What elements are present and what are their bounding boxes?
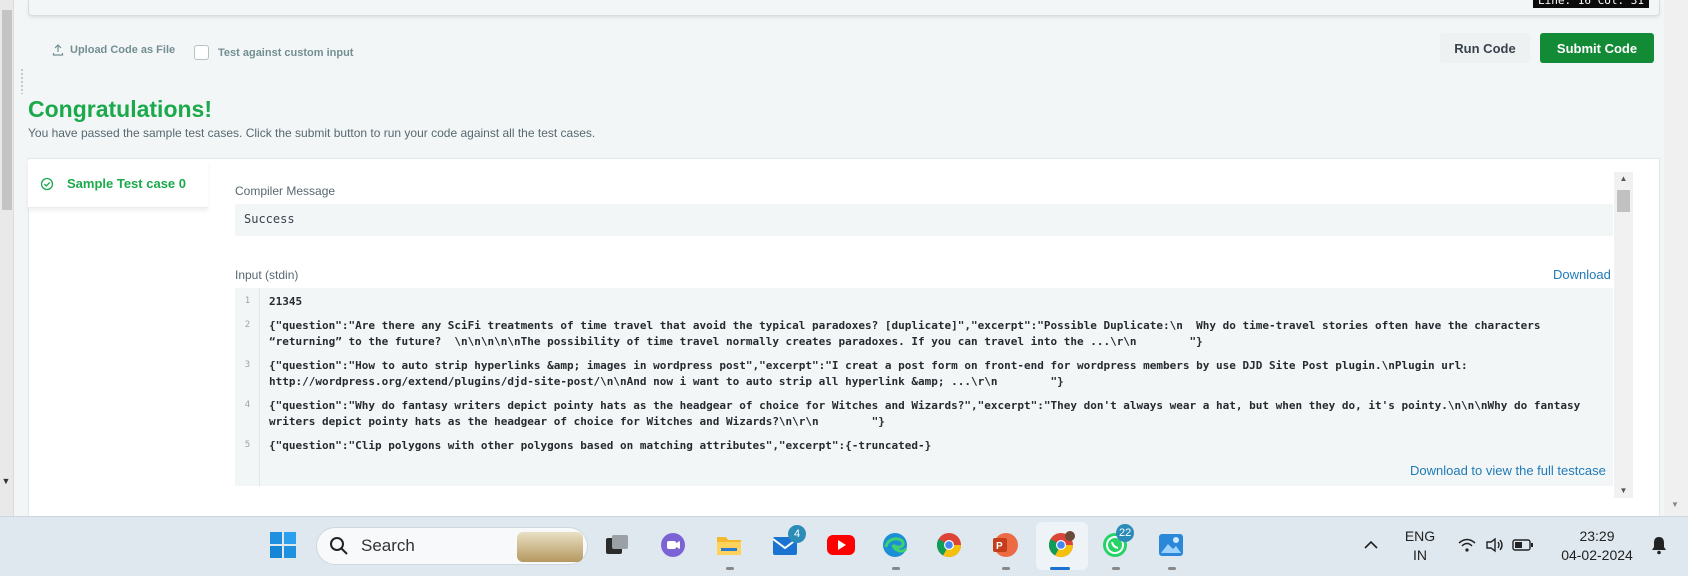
cursor-position-status: Line: 16 Col: 31 bbox=[1533, 0, 1649, 8]
line-text: {"question":"Why do fantasy writers depi… bbox=[269, 399, 1587, 428]
line-text: {"question":"How to auto strip hyperlink… bbox=[269, 359, 1475, 388]
powerpoint-icon[interactable]: P bbox=[990, 530, 1020, 560]
line-text: {"question":"Clip polygons with other po… bbox=[269, 439, 932, 452]
submit-code-button[interactable]: Submit Code bbox=[1540, 33, 1654, 63]
photos-icon[interactable] bbox=[1156, 530, 1186, 560]
line-text: {"question":"Are there any SciFi treatme… bbox=[269, 319, 1548, 348]
wifi-icon[interactable] bbox=[1452, 530, 1482, 560]
custom-input-toggle[interactable]: Test against custom input bbox=[194, 45, 353, 60]
tab-label: Sample Test case 0 bbox=[67, 176, 186, 191]
file-explorer-icon[interactable] bbox=[714, 530, 744, 560]
custom-input-label: Test against custom input bbox=[218, 46, 354, 59]
active-indicator bbox=[892, 567, 900, 570]
page-scroll-down-icon[interactable]: ▼ bbox=[1668, 500, 1682, 510]
edge-icon[interactable] bbox=[880, 530, 910, 560]
scroll-up-icon[interactable]: ▲ bbox=[1614, 174, 1633, 184]
run-code-button[interactable]: Run Code bbox=[1440, 33, 1530, 63]
search-icon bbox=[330, 537, 348, 555]
code-line: 2 {"question":"Are there any SciFi treat… bbox=[235, 318, 1613, 350]
active-indicator bbox=[726, 567, 734, 570]
tab-sample-test-case-0[interactable]: Sample Test case 0 bbox=[28, 160, 208, 208]
result-title: Congratulations! bbox=[28, 96, 212, 122]
svg-text:P: P bbox=[996, 541, 1003, 552]
battery-icon[interactable] bbox=[1508, 530, 1538, 560]
windows-start-icon[interactable] bbox=[268, 530, 298, 560]
code-line: 5 {"question":"Clip polygons with other … bbox=[235, 438, 1613, 454]
left-scroll-down-icon[interactable]: ▼ bbox=[1, 476, 11, 486]
left-scroll-thumb[interactable] bbox=[2, 10, 12, 210]
page-scrollbar[interactable] bbox=[1664, 0, 1688, 516]
notification-bell-icon[interactable] bbox=[1644, 530, 1674, 560]
line-number: 5 bbox=[244, 440, 251, 450]
task-view-icon[interactable] bbox=[602, 530, 632, 560]
mail-badge: 4 bbox=[788, 525, 806, 543]
upload-icon bbox=[52, 44, 64, 56]
active-indicator bbox=[1112, 567, 1120, 570]
taskbar-search[interactable]: Search bbox=[316, 527, 588, 565]
code-line: 1 21345 bbox=[235, 294, 1613, 310]
search-placeholder: Search bbox=[361, 536, 415, 555]
whatsapp-icon[interactable]: 22 bbox=[1100, 524, 1135, 560]
code-line: 4 {"question":"Why do fantasy writers de… bbox=[235, 398, 1613, 430]
custom-input-checkbox[interactable] bbox=[194, 45, 209, 60]
input-scroll-thumb[interactable] bbox=[1617, 190, 1630, 212]
active-indicator bbox=[1168, 567, 1176, 570]
compiler-message-label: Compiler Message bbox=[235, 184, 336, 198]
resize-handle[interactable] bbox=[20, 68, 24, 94]
result-subtitle: You have passed the sample test cases. C… bbox=[28, 126, 596, 140]
download-full-testcase-link[interactable]: Download to view the full testcase bbox=[1410, 463, 1606, 478]
clock[interactable]: 23:29 04-02-2024 bbox=[1552, 527, 1642, 565]
teams-chat-icon[interactable] bbox=[658, 530, 688, 560]
input-scrollbar[interactable] bbox=[1614, 172, 1633, 498]
active-indicator bbox=[1050, 567, 1070, 570]
clock-time: 23:29 bbox=[1579, 528, 1615, 544]
upload-code-button[interactable]: Upload Code as File bbox=[52, 44, 175, 56]
chevron-up-icon[interactable] bbox=[1356, 530, 1386, 560]
youtube-icon[interactable] bbox=[826, 530, 856, 560]
code-line: 3 {"question":"How to auto strip hyperli… bbox=[235, 358, 1613, 390]
download-link[interactable]: Download bbox=[1553, 267, 1611, 282]
language-indicator[interactable]: ENG IN bbox=[1400, 527, 1440, 565]
code-editor[interactable] bbox=[28, 0, 1660, 16]
compiler-message: Success bbox=[235, 204, 1613, 236]
language-code: ENG bbox=[1404, 528, 1436, 544]
search-highlight-image bbox=[517, 532, 583, 562]
line-number: 1 bbox=[244, 296, 251, 306]
upload-code-label: Upload Code as File bbox=[70, 44, 176, 56]
active-indicator bbox=[1002, 567, 1010, 570]
check-circle-icon bbox=[40, 177, 54, 190]
mail-icon[interactable]: 4 bbox=[770, 525, 806, 560]
clock-date: 04-02-2024 bbox=[1561, 547, 1633, 563]
chrome-profile-icon[interactable] bbox=[1046, 530, 1076, 560]
volume-icon[interactable] bbox=[1480, 530, 1510, 560]
line-number: 2 bbox=[244, 320, 251, 330]
input-label: Input (stdin) bbox=[235, 268, 299, 282]
line-number: 4 bbox=[244, 400, 251, 410]
line-number: 3 bbox=[244, 360, 251, 370]
line-text: 21345 bbox=[269, 295, 303, 308]
region-code: IN bbox=[1413, 547, 1427, 563]
chrome-icon[interactable] bbox=[934, 530, 964, 560]
scroll-down-icon[interactable]: ▼ bbox=[1614, 486, 1633, 496]
